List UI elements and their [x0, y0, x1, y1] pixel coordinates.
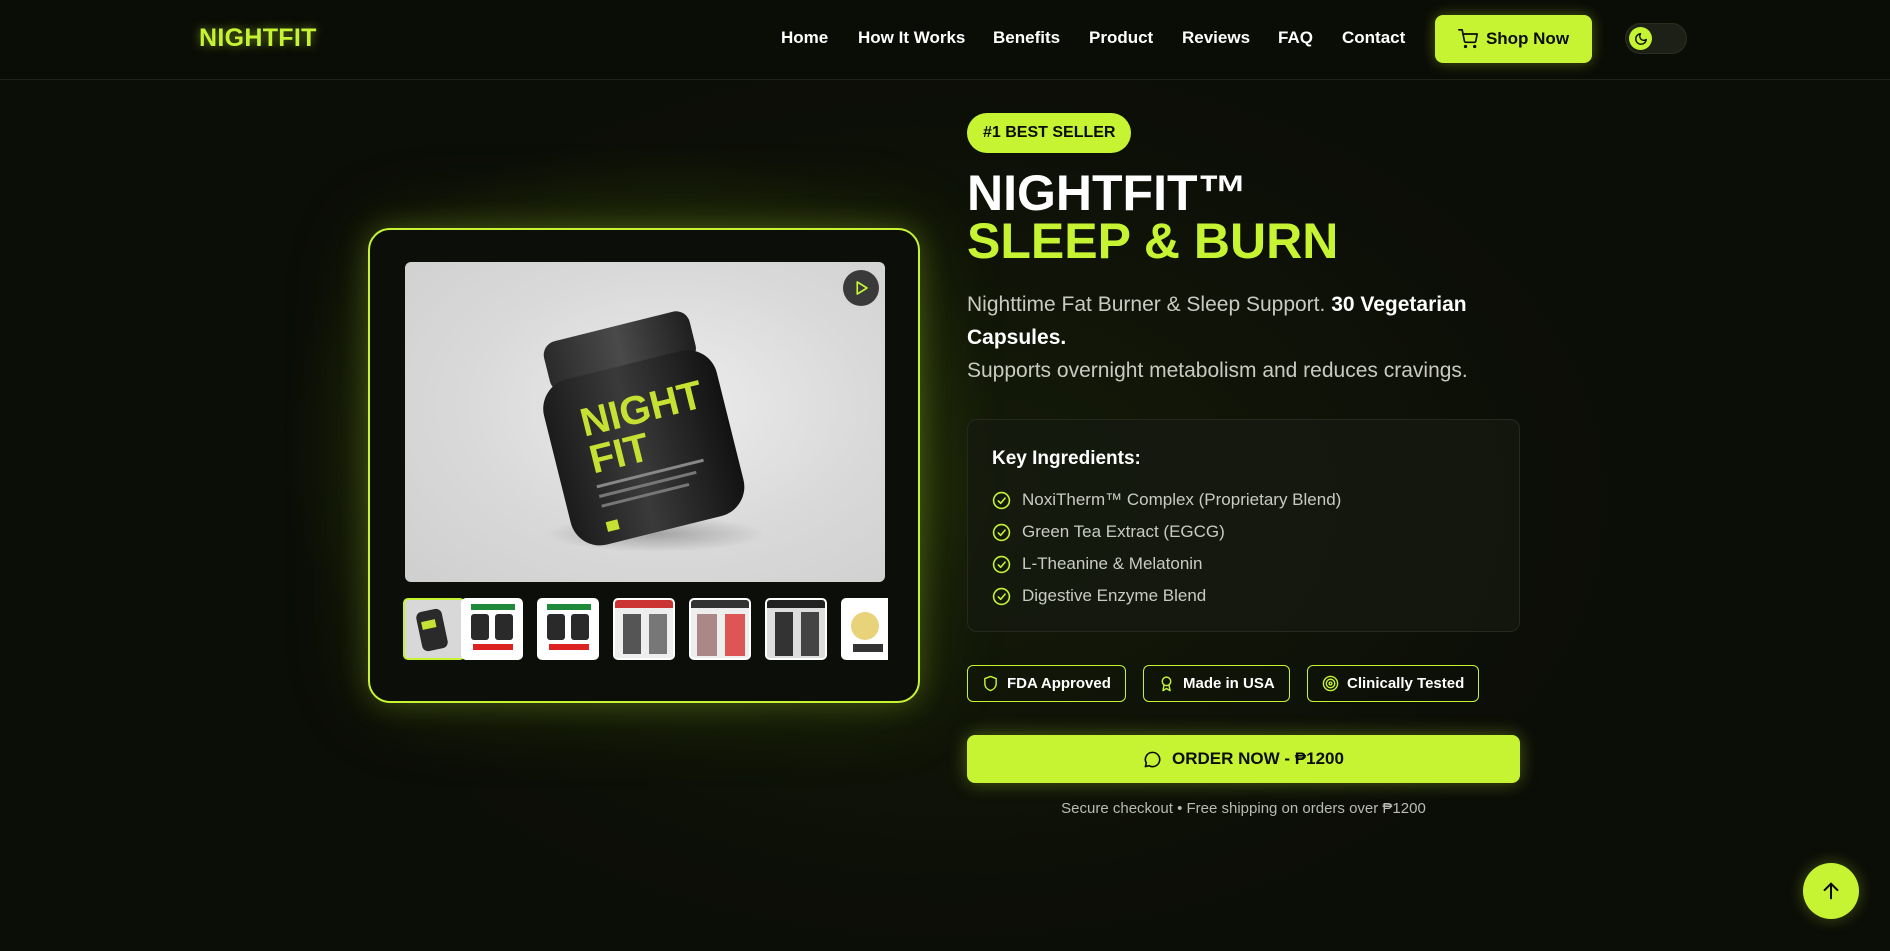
check-circle-icon: [992, 523, 1011, 541]
shield-icon: [984, 675, 997, 692]
product-description: Nighttime Fat Burner & Sleep Support. 30…: [967, 288, 1487, 387]
nav-contact[interactable]: Contact: [1342, 28, 1405, 48]
nav-reviews[interactable]: Reviews: [1182, 28, 1250, 48]
nav-faq[interactable]: FAQ: [1278, 28, 1313, 48]
ingredient-item: L-Theanine & Melatonin: [992, 554, 1203, 574]
description-benefit: Supports overnight metabolism and reduce…: [967, 359, 1468, 382]
cert-made-in-usa: Made in USA: [1143, 665, 1290, 702]
scroll-to-top-button[interactable]: [1803, 863, 1859, 919]
thumbnail-strip: [403, 598, 888, 662]
order-now-label: ORDER NOW - ₱1200: [1172, 749, 1344, 768]
arrow-up-icon: [1823, 882, 1839, 900]
product-title: NIGHTFIT™: [967, 165, 1248, 221]
thumbnail[interactable]: [689, 598, 751, 660]
ingredient-item: NoxiTherm™ Complex (Proprietary Blend): [992, 490, 1341, 510]
thumbnail[interactable]: [403, 598, 465, 660]
moon-icon: [1634, 32, 1647, 45]
target-icon: [1322, 675, 1339, 692]
nav-how-it-works[interactable]: How It Works: [858, 28, 965, 48]
theme-toggle-knob: [1629, 27, 1652, 50]
ingredient-item: Green Tea Extract (EGCG): [992, 522, 1225, 542]
description-text: Nighttime Fat Burner & Sleep Support.: [967, 293, 1326, 316]
check-circle-icon: [992, 587, 1011, 605]
product-gallery: NIGHT FIT: [368, 228, 920, 703]
ingredient-label: Green Tea Extract (EGCG): [1022, 522, 1225, 541]
nav-benefits[interactable]: Benefits: [993, 28, 1060, 48]
page-background: [0, 0, 1890, 951]
product-jar-image: NIGHT FIT: [543, 311, 765, 552]
award-icon: [1161, 676, 1172, 692]
cert-label: Made in USA: [1183, 675, 1275, 692]
cert-label: FDA Approved: [1007, 675, 1111, 692]
check-circle-icon: [992, 491, 1011, 509]
nav-product[interactable]: Product: [1089, 28, 1153, 48]
thumbnail[interactable]: [537, 598, 599, 660]
key-ingredients-panel: Key Ingredients: NoxiTherm™ Complex (Pro…: [967, 419, 1520, 632]
ingredient-label: L-Theanine & Melatonin: [1022, 554, 1203, 573]
thumbnail[interactable]: [765, 598, 827, 660]
cert-fda-approved: FDA Approved: [967, 665, 1126, 702]
nav-home[interactable]: Home: [781, 28, 828, 48]
cart-icon: [1457, 29, 1478, 49]
play-video-button[interactable]: [843, 270, 879, 306]
shop-now-button[interactable]: Shop Now: [1435, 15, 1592, 63]
check-circle-icon: [992, 555, 1011, 573]
site-header: NIGHTFIT Home How It Works Benefits Prod…: [0, 0, 1890, 80]
main-product-image[interactable]: NIGHT FIT: [405, 262, 885, 582]
cert-clinically-tested: Clinically Tested: [1307, 665, 1480, 702]
theme-toggle[interactable]: [1625, 23, 1687, 54]
ingredient-item: Digestive Enzyme Blend: [992, 586, 1206, 606]
shop-now-label: Shop Now: [1485, 29, 1570, 48]
thumbnail[interactable]: [613, 598, 675, 660]
best-seller-badge: #1 BEST SELLER: [967, 113, 1132, 153]
ingredients-title: Key Ingredients:: [992, 448, 1141, 469]
play-icon: [856, 281, 868, 295]
order-now-button[interactable]: ORDER NOW - ₱1200: [967, 735, 1520, 783]
ingredient-label: Digestive Enzyme Blend: [1022, 586, 1207, 605]
logo[interactable]: NIGHTFIT: [199, 24, 317, 53]
thumbnail[interactable]: [461, 598, 523, 660]
cert-label: Clinically Tested: [1347, 675, 1465, 692]
product-subtitle: SLEEP & BURN: [967, 213, 1339, 269]
ingredient-label: NoxiTherm™ Complex (Proprietary Blend): [1022, 490, 1342, 509]
thumbnail[interactable]: [841, 598, 888, 660]
secure-checkout-note: Secure checkout • Free shipping on order…: [1061, 800, 1426, 817]
chat-icon: [1144, 751, 1161, 767]
